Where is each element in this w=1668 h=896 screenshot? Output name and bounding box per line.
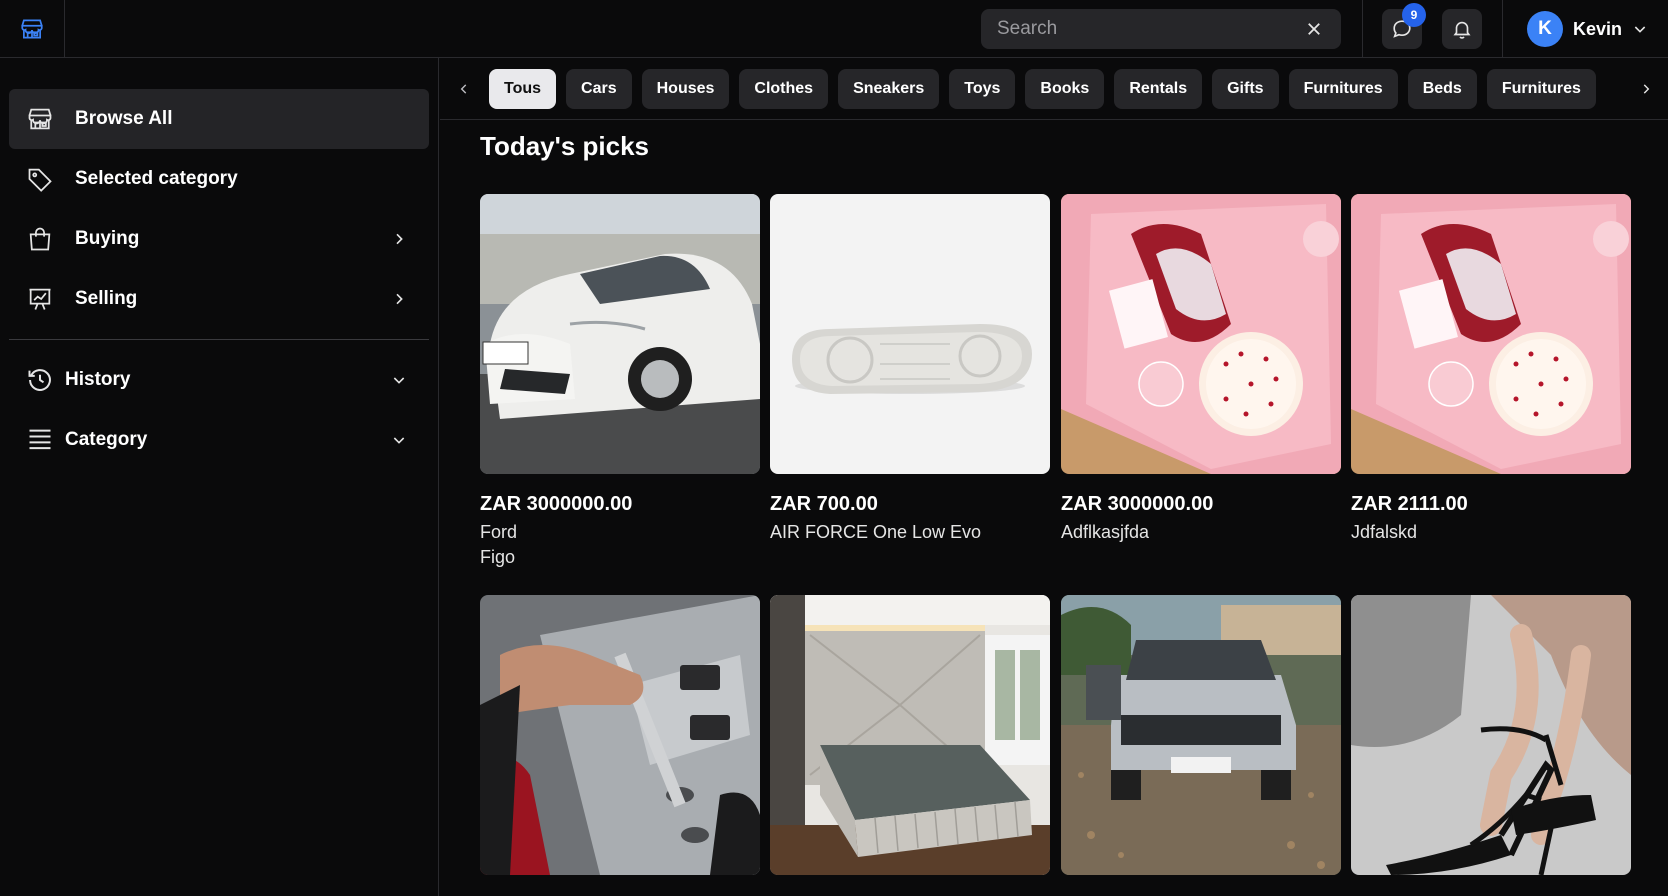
category-pill[interactable]: Rentals (1114, 69, 1203, 109)
listing-image-gift-box[interactable] (1061, 194, 1341, 474)
scroll-right-button[interactable] (1634, 77, 1658, 101)
listing-card[interactable]: ZAR 3000000.00 Ford Figo (480, 194, 760, 570)
sidebar-item-browse-all[interactable]: Browse All (9, 89, 429, 149)
store-icon (21, 19, 43, 39)
store-icon (26, 105, 54, 133)
listing-card[interactable] (1351, 595, 1631, 875)
listing-image-car[interactable] (480, 194, 760, 474)
avatar: K (1527, 11, 1563, 47)
sidebar-item-label: Category (65, 429, 148, 450)
listing-title: AIR FORCE One Low Evo (770, 522, 982, 542)
listing-title: Adflkasjfda (1061, 522, 1150, 542)
listing-image-bed[interactable] (770, 595, 1050, 875)
listing-price: ZAR 700.00 (770, 493, 878, 515)
listing-card[interactable] (480, 595, 760, 875)
category-pill[interactable]: Furnitures (1288, 69, 1398, 109)
listing-price: ZAR 2111.00 (1351, 493, 1468, 515)
category-pill[interactable]: Sneakers (838, 69, 940, 109)
marketplace-logo[interactable] (0, 0, 65, 58)
sidebar-item-category[interactable]: Category (9, 410, 429, 470)
category-pill[interactable]: Toys (949, 69, 1016, 109)
listing-price: ZAR 3000000.00 (1061, 493, 1214, 515)
search-input[interactable] (997, 18, 1303, 40)
category-pill[interactable]: Beds (1407, 69, 1477, 109)
top-bar: 9 K Kevin (0, 0, 1668, 58)
listing-title: Jdfalskd (1351, 522, 1418, 542)
close-icon (1308, 23, 1320, 35)
list-icon (26, 426, 54, 454)
sidebar-item-label: Buying (75, 228, 140, 249)
listing-card[interactable] (1061, 595, 1341, 875)
sidebar-item-selected-category[interactable]: Selected category (9, 149, 429, 209)
listing-image-suv[interactable] (1061, 595, 1341, 875)
category-pill[interactable]: Gifts (1212, 69, 1279, 109)
listing-subtitle: Figo (480, 547, 516, 567)
tag-icon (26, 165, 54, 193)
bell-icon (1453, 21, 1471, 39)
chart-board-icon (26, 285, 54, 313)
search-bar (981, 9, 1341, 49)
messages-count-badge: 9 (1402, 3, 1426, 27)
chevron-right-icon (387, 227, 411, 251)
notifications-button[interactable] (1442, 9, 1482, 49)
listing-image-gift-box[interactable] (1351, 194, 1631, 474)
clear-search-button[interactable] (1303, 18, 1325, 40)
category-pill[interactable]: Tous (489, 69, 557, 109)
listing-image-sneaker[interactable] (770, 194, 1050, 474)
listing-card[interactable]: ZAR 700.00 AIR FORCE One Low Evo (770, 194, 1050, 545)
history-icon (26, 366, 54, 394)
listing-image-heels[interactable] (1351, 595, 1631, 875)
divider (9, 339, 429, 340)
divider (1362, 0, 1363, 58)
category-pill[interactable]: Cars (566, 69, 632, 109)
chevron-left-icon (460, 84, 467, 94)
page-title: Today's picks (480, 131, 649, 161)
category-pill[interactable]: Furnitures (1486, 69, 1596, 109)
messages-button[interactable]: 9 (1382, 3, 1426, 49)
category-pill[interactable]: Books (1025, 69, 1105, 109)
listing-card[interactable]: ZAR 2111.00 Jdfalskd (1351, 194, 1631, 545)
sidebar-item-label: Browse All (75, 108, 173, 129)
scroll-left-button[interactable] (452, 77, 476, 101)
category-bar: Tous Cars Houses Clothes Sneakers Toys Books Re… (440, 58, 1668, 120)
chevron-down-icon (387, 368, 411, 392)
category-pill[interactable]: Clothes (739, 69, 829, 109)
chevron-right-icon (1643, 84, 1650, 94)
sidebar: Browse All Selected category Buying Sell… (0, 58, 439, 896)
sidebar-item-history[interactable]: History (9, 350, 429, 410)
category-pill[interactable]: Houses (641, 69, 730, 109)
sidebar-item-selling[interactable]: Selling (9, 269, 429, 329)
listing-card[interactable] (770, 595, 1050, 875)
divider (1502, 0, 1503, 58)
listing-image-engine[interactable] (480, 595, 760, 875)
sidebar-item-label: Selected category (75, 168, 238, 189)
user-name: Kevin (1573, 18, 1623, 39)
chevron-down-icon (1634, 26, 1646, 33)
sidebar-item-label: Selling (75, 288, 138, 309)
listing-price: ZAR 3000000.00 (480, 493, 633, 515)
sidebar-item-buying[interactable]: Buying (9, 209, 429, 269)
user-menu[interactable]: K Kevin (1527, 11, 1648, 47)
chevron-down-icon (387, 428, 411, 452)
listing-title: Ford (480, 522, 518, 542)
listing-card[interactable]: ZAR 3000000.00 Adflkasjfda (1061, 194, 1341, 545)
sidebar-item-label: History (65, 369, 131, 390)
category-pills: Tous Cars Houses Clothes Sneakers Toys Books Re… (489, 69, 1621, 109)
chevron-right-icon (387, 287, 411, 311)
shopping-bag-icon (26, 225, 54, 253)
